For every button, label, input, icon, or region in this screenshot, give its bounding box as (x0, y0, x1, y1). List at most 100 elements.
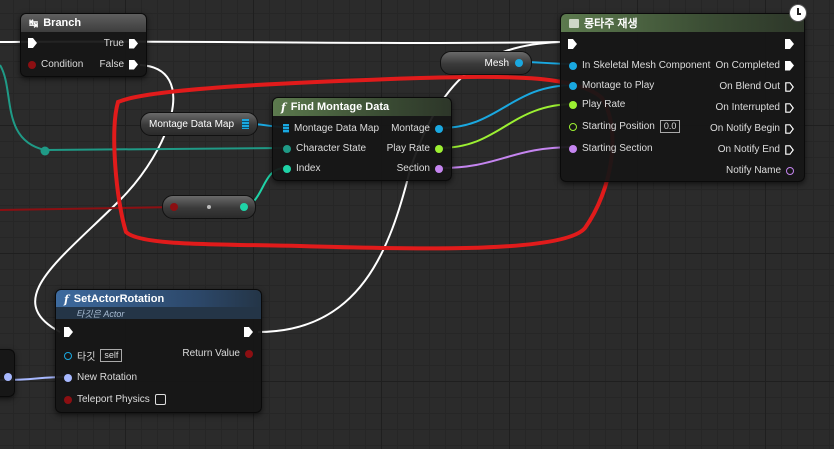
target-label: 타깃 (77, 352, 96, 363)
montage-input-mesh[interactable]: In Skeletal Mesh Component (569, 60, 710, 71)
rotation-new-rotation-pin[interactable]: New Rotation (64, 372, 137, 383)
object-pin-icon[interactable] (64, 351, 72, 360)
montage-data-map-variable[interactable]: Montage Data Map (140, 112, 258, 136)
object-pin-icon[interactable] (569, 81, 577, 90)
montage-input-montage[interactable]: Montage to Play (569, 80, 654, 91)
branch-condition-pin[interactable]: Condition (28, 59, 83, 70)
exec-in-icon[interactable] (28, 38, 37, 48)
latent-clock-icon (789, 4, 807, 22)
float-pin-icon[interactable] (435, 144, 443, 153)
branch-condition-label: Condition (41, 59, 84, 70)
montage-input-startpos[interactable]: Starting Position 0.0 (569, 120, 681, 133)
output-on-interrupted[interactable]: On Interrupted (716, 102, 794, 113)
bool-pin-icon[interactable] (170, 203, 178, 211)
rotation-target-pin[interactable]: 타깃 self (64, 348, 123, 363)
bool-pin-icon[interactable] (64, 395, 72, 404)
reroute-knot (40, 146, 50, 156)
float-pin-icon[interactable] (569, 100, 577, 109)
bool-pin-icon[interactable] (28, 60, 36, 69)
branch-node[interactable]: ↹ Branch True Condition False (20, 13, 147, 77)
exec-out-icon[interactable] (785, 60, 794, 71)
branch-true-label: True (103, 38, 124, 49)
exec-in-icon[interactable] (64, 327, 73, 337)
name-pin-icon[interactable] (435, 164, 443, 173)
starting-position-field[interactable]: 0.0 (659, 120, 681, 133)
find-montage-data-node[interactable]: f Find Montage Data Montage Data Map Cha… (272, 97, 452, 181)
input-label: Montage Data Map (294, 123, 380, 134)
input-label: Index (296, 163, 321, 174)
return-value-label: Return Value (182, 348, 240, 359)
branch-false-pin[interactable]: False (100, 59, 138, 70)
branch-exec-in[interactable] (28, 38, 37, 48)
exec-out-hollow-icon[interactable] (785, 144, 794, 155)
rotation-teleport-pin[interactable]: Teleport Physics (64, 394, 166, 405)
rotator-pin-icon[interactable] (64, 373, 72, 382)
input-label: Starting Position (582, 121, 655, 132)
play-montage-node[interactable]: 몽타주 재생 In Skeletal Mesh Component Montag… (560, 13, 805, 182)
output-label: Montage (391, 123, 430, 134)
find-output-playrate[interactable]: Play Rate (387, 143, 443, 154)
target-self-field[interactable]: self (100, 349, 123, 362)
float-pin-icon[interactable] (569, 122, 577, 131)
exec-out-icon[interactable] (129, 38, 138, 49)
bool-pin-icon[interactable] (245, 349, 253, 358)
map-pin-icon[interactable] (283, 124, 289, 133)
object-pin-icon[interactable] (569, 61, 577, 70)
function-icon: f (64, 292, 69, 306)
output-on-notify-begin[interactable]: On Notify Begin (710, 123, 794, 134)
int-pin-icon[interactable] (240, 203, 248, 211)
exec-out-hollow-icon[interactable] (785, 81, 794, 92)
rotation-exec-in[interactable] (64, 327, 73, 337)
conversion-node[interactable] (162, 195, 256, 219)
play-montage-header: 몽타주 재생 (561, 14, 804, 32)
find-montage-header: f Find Montage Data (273, 98, 451, 116)
find-input-map[interactable]: Montage Data Map (283, 123, 379, 134)
teleport-checkbox[interactable] (154, 394, 166, 405)
branch-header: ↹ Branch (21, 14, 146, 32)
output-on-notify-end[interactable]: On Notify End (718, 144, 794, 155)
montage-input-playrate[interactable]: Play Rate (569, 99, 625, 110)
offscreen-node-left[interactable] (0, 349, 15, 397)
mesh-variable-label: Mesh (484, 57, 509, 69)
find-input-character-state[interactable]: Character State (283, 143, 366, 154)
name-pin-icon[interactable] (786, 166, 794, 175)
exec-out-icon[interactable] (785, 39, 794, 49)
offscreen-output-pin[interactable] (4, 373, 12, 381)
find-output-section[interactable]: Section (397, 163, 443, 174)
montage-exec-out[interactable] (785, 39, 794, 49)
output-on-completed[interactable]: On Completed (716, 60, 794, 71)
find-output-montage[interactable]: Montage (391, 123, 443, 134)
wire-playrate-out (439, 103, 576, 149)
object-pin-icon[interactable] (515, 59, 523, 67)
play-montage-title: 몽타주 재생 (584, 18, 638, 30)
int-pin-icon[interactable] (283, 164, 291, 173)
exec-out-icon[interactable] (244, 327, 253, 337)
name-pin-icon[interactable] (569, 144, 577, 153)
object-pin-icon[interactable] (435, 124, 443, 133)
enum-pin-icon[interactable] (283, 144, 291, 153)
output-label: On Notify End (717, 144, 780, 155)
rotator-pin-icon[interactable] (4, 373, 12, 381)
exec-out-hollow-icon[interactable] (785, 102, 794, 113)
set-actor-rotation-node[interactable]: f SetActorRotation 타깃은 Actor 타깃 self Ret… (55, 289, 262, 413)
set-rotation-title: SetActorRotation (73, 293, 165, 305)
output-label: On Completed (715, 60, 780, 71)
rotation-return-pin[interactable]: Return Value (182, 348, 253, 359)
exec-in-icon[interactable] (568, 39, 577, 49)
input-label: Play Rate (582, 99, 626, 110)
montage-input-section[interactable]: Starting Section (569, 143, 653, 154)
montage-exec-in[interactable] (568, 39, 577, 49)
exec-out-icon[interactable] (129, 59, 138, 70)
branch-true-pin[interactable]: True (104, 38, 138, 49)
mesh-variable-node[interactable]: Mesh (440, 51, 532, 75)
montage-node-icon (569, 18, 579, 28)
output-label: Section (396, 163, 430, 174)
map-pin-icon[interactable] (242, 119, 249, 129)
rotation-exec-out[interactable] (244, 327, 253, 337)
output-on-blend-out[interactable]: On Blend Out (719, 81, 794, 92)
output-notify-name[interactable]: Notify Name (726, 165, 794, 176)
exec-wire-rotation-to-montage (257, 41, 561, 333)
find-input-index[interactable]: Index (283, 163, 320, 174)
exec-out-hollow-icon[interactable] (785, 123, 794, 134)
wire-section-out (439, 146, 576, 169)
